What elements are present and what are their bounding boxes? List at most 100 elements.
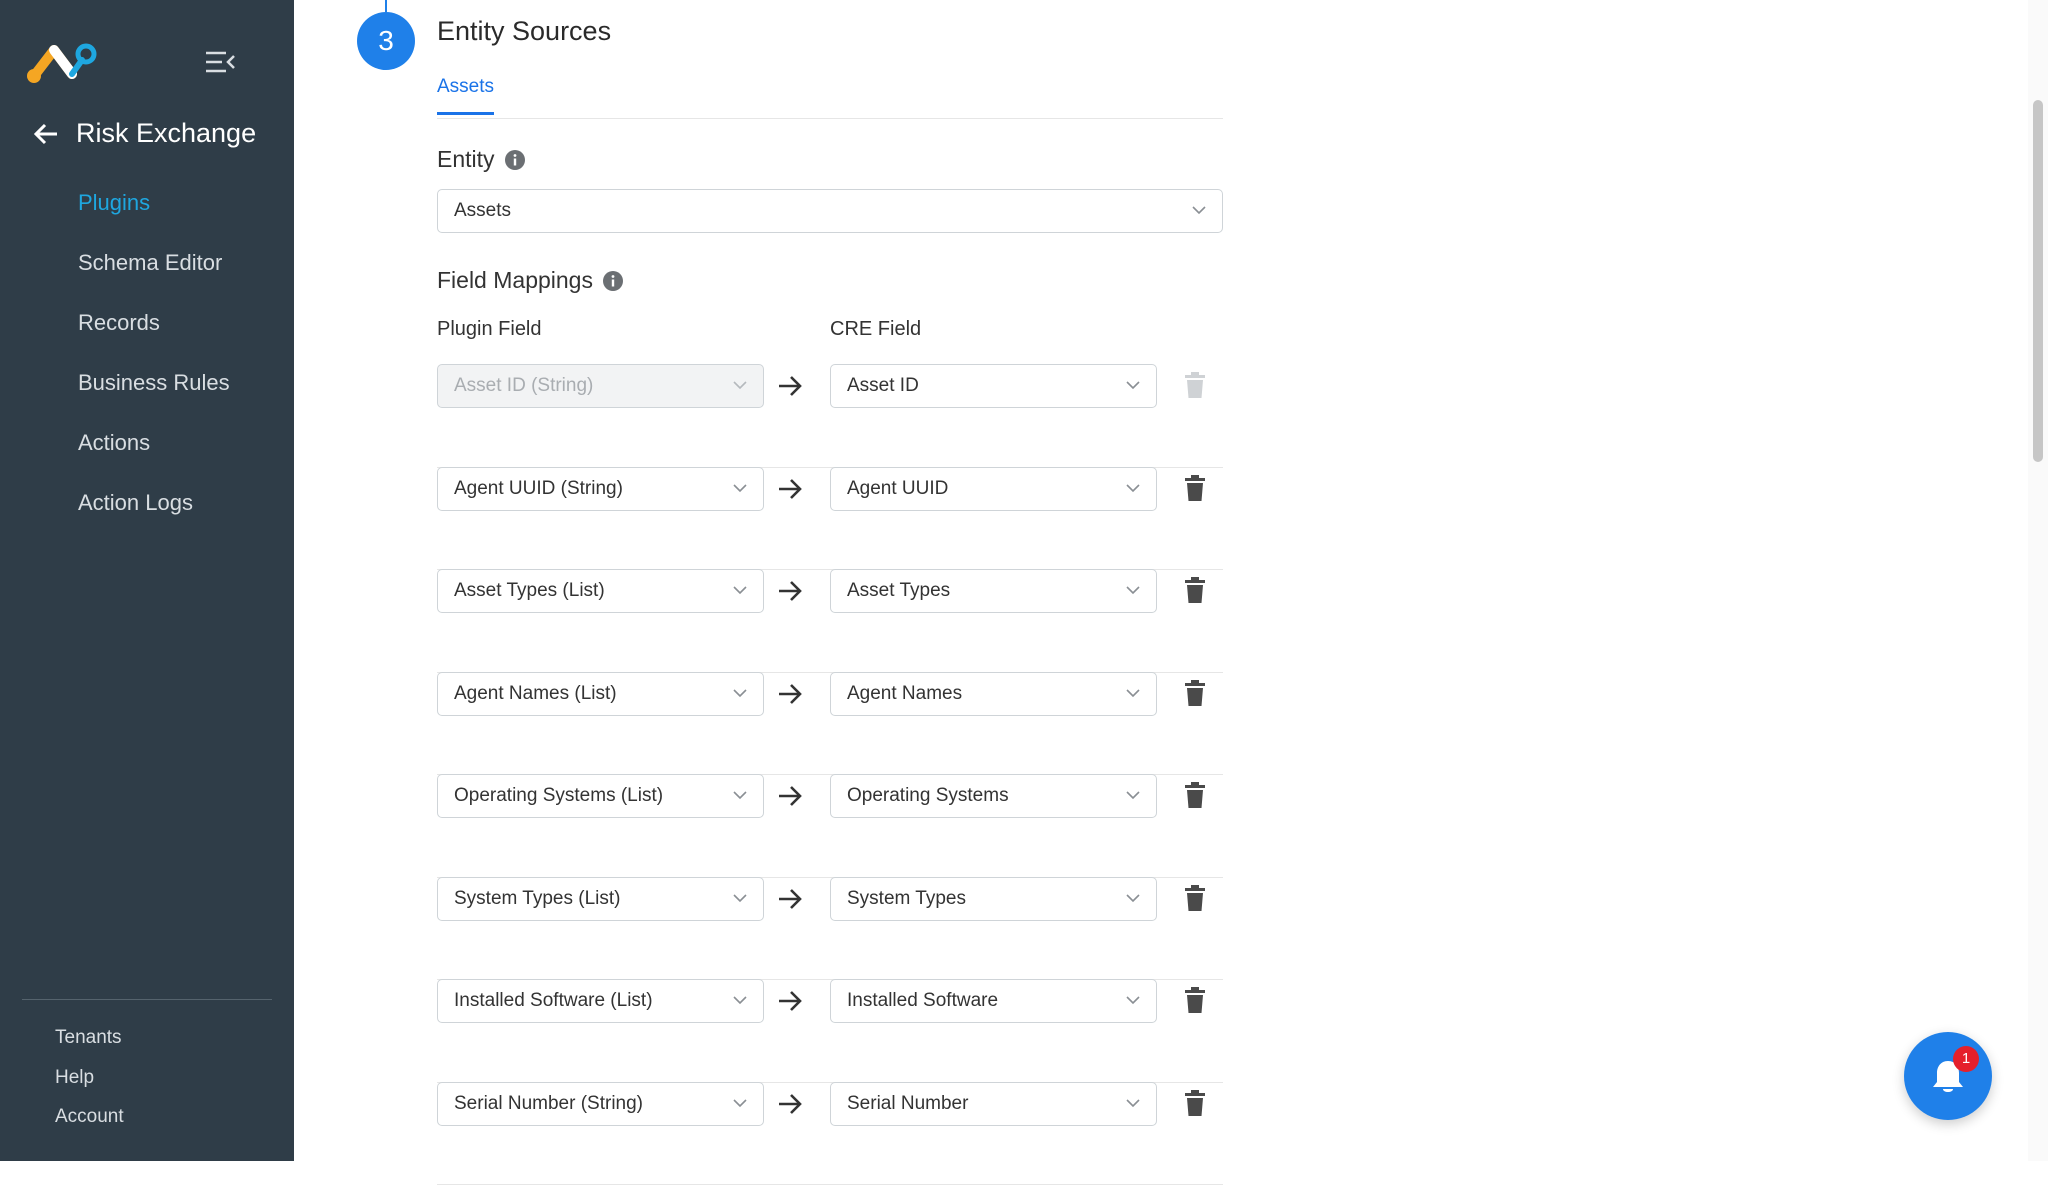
plugin-field-select[interactable]: Agent UUID (String) — [437, 467, 764, 511]
section-title: Entity Sources — [437, 16, 611, 47]
cre-field-select[interactable]: Agent Names — [830, 672, 1157, 716]
cre-field-value: Agent Names — [847, 683, 962, 704]
chevron-down-icon — [1192, 205, 1206, 215]
sidebar-item-plugins[interactable]: Plugins — [0, 180, 294, 240]
trash-icon[interactable] — [1184, 680, 1206, 706]
chevron-down-icon — [1126, 585, 1140, 595]
chevron-down-icon — [1126, 483, 1140, 493]
cre-field-select[interactable]: Serial Number — [830, 1082, 1157, 1126]
info-icon[interactable] — [505, 150, 525, 170]
chevron-down-icon — [1126, 1098, 1140, 1108]
cre-field-header: CRE Field — [830, 318, 921, 341]
trash-icon[interactable] — [1184, 1090, 1206, 1116]
sidebar-item-account[interactable]: Account — [55, 1099, 124, 1139]
sidebar-item-business-rules[interactable]: Business Rules — [0, 360, 294, 420]
arrow-right-icon — [777, 682, 803, 706]
field-mappings-label: Field Mappings — [437, 267, 593, 294]
cre-field-value: Installed Software — [847, 990, 998, 1011]
plugin-field-select[interactable]: Agent Names (List) — [437, 672, 764, 716]
main-content: 3 Entity Sources Assets Entity Assets Fi… — [294, 0, 2048, 1161]
cre-field-value: Operating Systems — [847, 785, 1009, 806]
plugin-field-select[interactable]: Operating Systems (List) — [437, 774, 764, 818]
logo-icon — [26, 40, 98, 84]
trash-icon — [1184, 372, 1206, 398]
mapping-row: Serial Number (String) Serial Number — [437, 1082, 1223, 1185]
arrow-right-icon — [777, 989, 803, 1013]
trash-icon[interactable] — [1184, 987, 1206, 1013]
sidebar-item-actions[interactable]: Actions — [0, 420, 294, 480]
mapping-row: Installed Software (List) Installed Soft… — [437, 979, 1223, 1083]
mapping-row: System Types (List) System Types — [437, 877, 1223, 981]
arrow-right-icon — [777, 1092, 803, 1116]
chevron-down-icon — [733, 995, 747, 1005]
entity-label-row: Entity — [437, 146, 525, 173]
cre-field-select[interactable]: Operating Systems — [830, 774, 1157, 818]
cre-field-select[interactable]: System Types — [830, 877, 1157, 921]
trash-icon[interactable] — [1184, 782, 1206, 808]
mapping-row: Agent Names (List) Agent Names — [437, 672, 1223, 776]
sidebar-item-action-logs[interactable]: Action Logs — [0, 480, 294, 540]
mapping-row: Agent UUID (String) Agent UUID — [437, 467, 1223, 571]
plugin-field-select: Asset ID (String) — [437, 364, 764, 408]
notifications-button[interactable]: 1 — [1904, 1032, 1992, 1120]
arrow-right-icon — [777, 579, 803, 603]
cre-field-value: Asset Types — [847, 580, 950, 601]
cre-field-value: Asset ID — [847, 375, 919, 396]
chevron-down-icon — [1126, 893, 1140, 903]
chevron-down-icon — [733, 893, 747, 903]
trash-icon[interactable] — [1184, 475, 1206, 501]
cre-field-select[interactable]: Asset ID — [830, 364, 1157, 408]
scrollbar-thumb[interactable] — [2033, 100, 2043, 462]
arrow-left-icon — [32, 120, 60, 148]
plugin-field-header: Plugin Field — [437, 318, 542, 341]
cre-field-select[interactable]: Asset Types — [830, 569, 1157, 613]
plugin-field-value: System Types (List) — [454, 888, 620, 909]
cre-field-select[interactable]: Installed Software — [830, 979, 1157, 1023]
sidebar-item-records[interactable]: Records — [0, 300, 294, 360]
cre-field-value: System Types — [847, 888, 966, 909]
sidebar-bottom-nav: Tenants Help Account — [55, 1020, 124, 1139]
back-to-risk-exchange[interactable]: Risk Exchange — [32, 118, 256, 149]
chevron-down-icon — [1126, 995, 1140, 1005]
sidebar-title: Risk Exchange — [76, 118, 256, 149]
sidebar-item-help[interactable]: Help — [55, 1060, 124, 1100]
plugin-field-value: Agent Names (List) — [454, 683, 617, 704]
info-icon[interactable] — [603, 271, 623, 291]
entity-tabs: Assets — [437, 70, 1223, 119]
entity-select[interactable]: Assets — [437, 189, 1223, 233]
cre-field-select[interactable]: Agent UUID — [830, 467, 1157, 511]
chevron-down-icon — [733, 483, 747, 493]
sidebar-item-schema-editor[interactable]: Schema Editor — [0, 240, 294, 300]
collapse-menu-icon[interactable] — [204, 48, 236, 76]
plugin-field-value: Asset ID (String) — [454, 375, 593, 396]
arrow-right-icon — [777, 784, 803, 808]
step-number-badge: 3 — [357, 12, 415, 70]
chevron-down-icon — [733, 380, 747, 390]
plugin-field-value: Installed Software (List) — [454, 990, 653, 1011]
chevron-down-icon — [1126, 790, 1140, 800]
arrow-right-icon — [777, 374, 803, 398]
plugin-field-value: Agent UUID (String) — [454, 478, 623, 499]
sidebar-item-tenants[interactable]: Tenants — [55, 1020, 124, 1060]
plugin-field-select[interactable]: Asset Types (List) — [437, 569, 764, 613]
mapping-row: Asset Types (List) Asset Types — [437, 569, 1223, 673]
arrow-right-icon — [777, 887, 803, 911]
chevron-down-icon — [733, 688, 747, 698]
plugin-field-select[interactable]: Serial Number (String) — [437, 1082, 764, 1126]
plugin-field-select[interactable]: Installed Software (List) — [437, 979, 764, 1023]
mapping-row: Asset ID (String) Asset ID — [437, 364, 1223, 468]
sidebar-nav: Plugins Schema Editor Records Business R… — [0, 180, 294, 540]
tab-assets[interactable]: Assets — [437, 76, 494, 115]
cre-field-value: Agent UUID — [847, 478, 948, 499]
cre-field-value: Serial Number — [847, 1093, 968, 1114]
plugin-field-value: Operating Systems (List) — [454, 785, 663, 806]
chevron-down-icon — [1126, 380, 1140, 390]
plugin-field-select[interactable]: System Types (List) — [437, 877, 764, 921]
trash-icon[interactable] — [1184, 577, 1206, 603]
entity-select-value: Assets — [454, 200, 511, 221]
mapping-row: Operating Systems (List) Operating Syste… — [437, 774, 1223, 878]
plugin-field-value: Serial Number (String) — [454, 1093, 643, 1114]
trash-icon[interactable] — [1184, 885, 1206, 911]
chevron-down-icon — [1126, 688, 1140, 698]
plugin-field-value: Asset Types (List) — [454, 580, 605, 601]
